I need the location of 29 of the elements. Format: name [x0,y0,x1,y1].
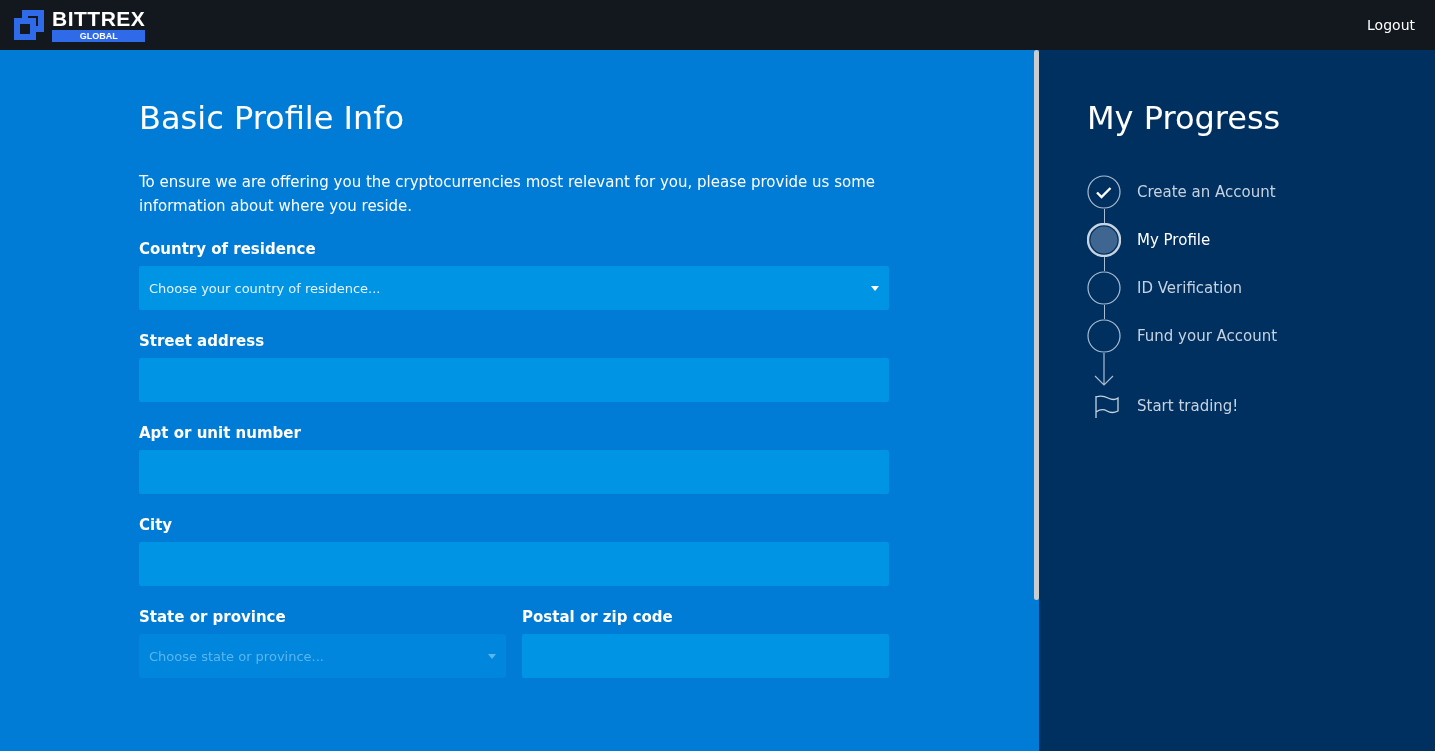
text-field[interactable] [139,358,889,402]
step-label: ID Verification [1137,279,1243,297]
field-label: Country of residence [139,239,317,260]
finish-label: Start trading! [1137,397,1239,415]
field-label: Postal or zip code [522,607,674,628]
select-field[interactable]: Choose your country of residence... [139,266,889,310]
brand-name: BITTREX [52,8,146,30]
step-label: My Profile [1137,231,1211,249]
connector-line [1103,305,1105,319]
form-title: Basic Profile Info [139,98,406,138]
intro-text: To ensure we are offering you the cryptocurrencies most relevant for you, please provide us some information about where you reside. [139,172,877,217]
text-field[interactable] [139,450,889,494]
field-label: State or province [139,607,287,628]
logo-icon [12,8,46,42]
logout-button[interactable]: Logout [1367,13,1415,37]
text-field[interactable] [522,634,889,678]
scrollbar-thumb[interactable] [1034,50,1039,600]
field-label: City [139,515,174,536]
field-label: Street address [139,331,266,352]
step-label: Create an Account [1137,183,1276,201]
step-label: Fund your Account [1137,327,1278,345]
field-label: Apt or unit number [139,423,302,444]
progress-title: My Progress [1087,98,1282,138]
caret-icon [871,285,879,291]
brand-badge: GLOBAL [52,30,146,42]
connector-line [1103,257,1105,271]
connector-line [1103,209,1105,223]
caret-icon [488,653,496,659]
text-field[interactable] [139,542,889,586]
